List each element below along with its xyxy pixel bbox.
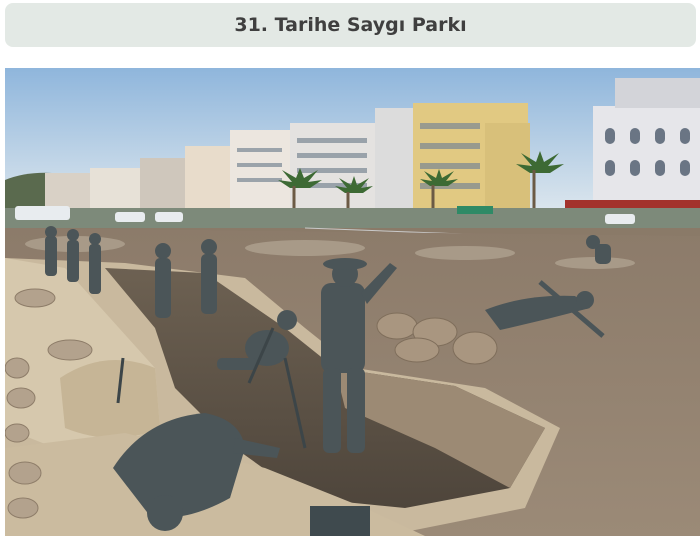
title-banner: 31. Tarihe Saygı Parkı	[5, 3, 696, 47]
page-title: 31. Tarihe Saygı Parkı	[234, 14, 467, 36]
memorial-park-photo	[5, 68, 700, 536]
